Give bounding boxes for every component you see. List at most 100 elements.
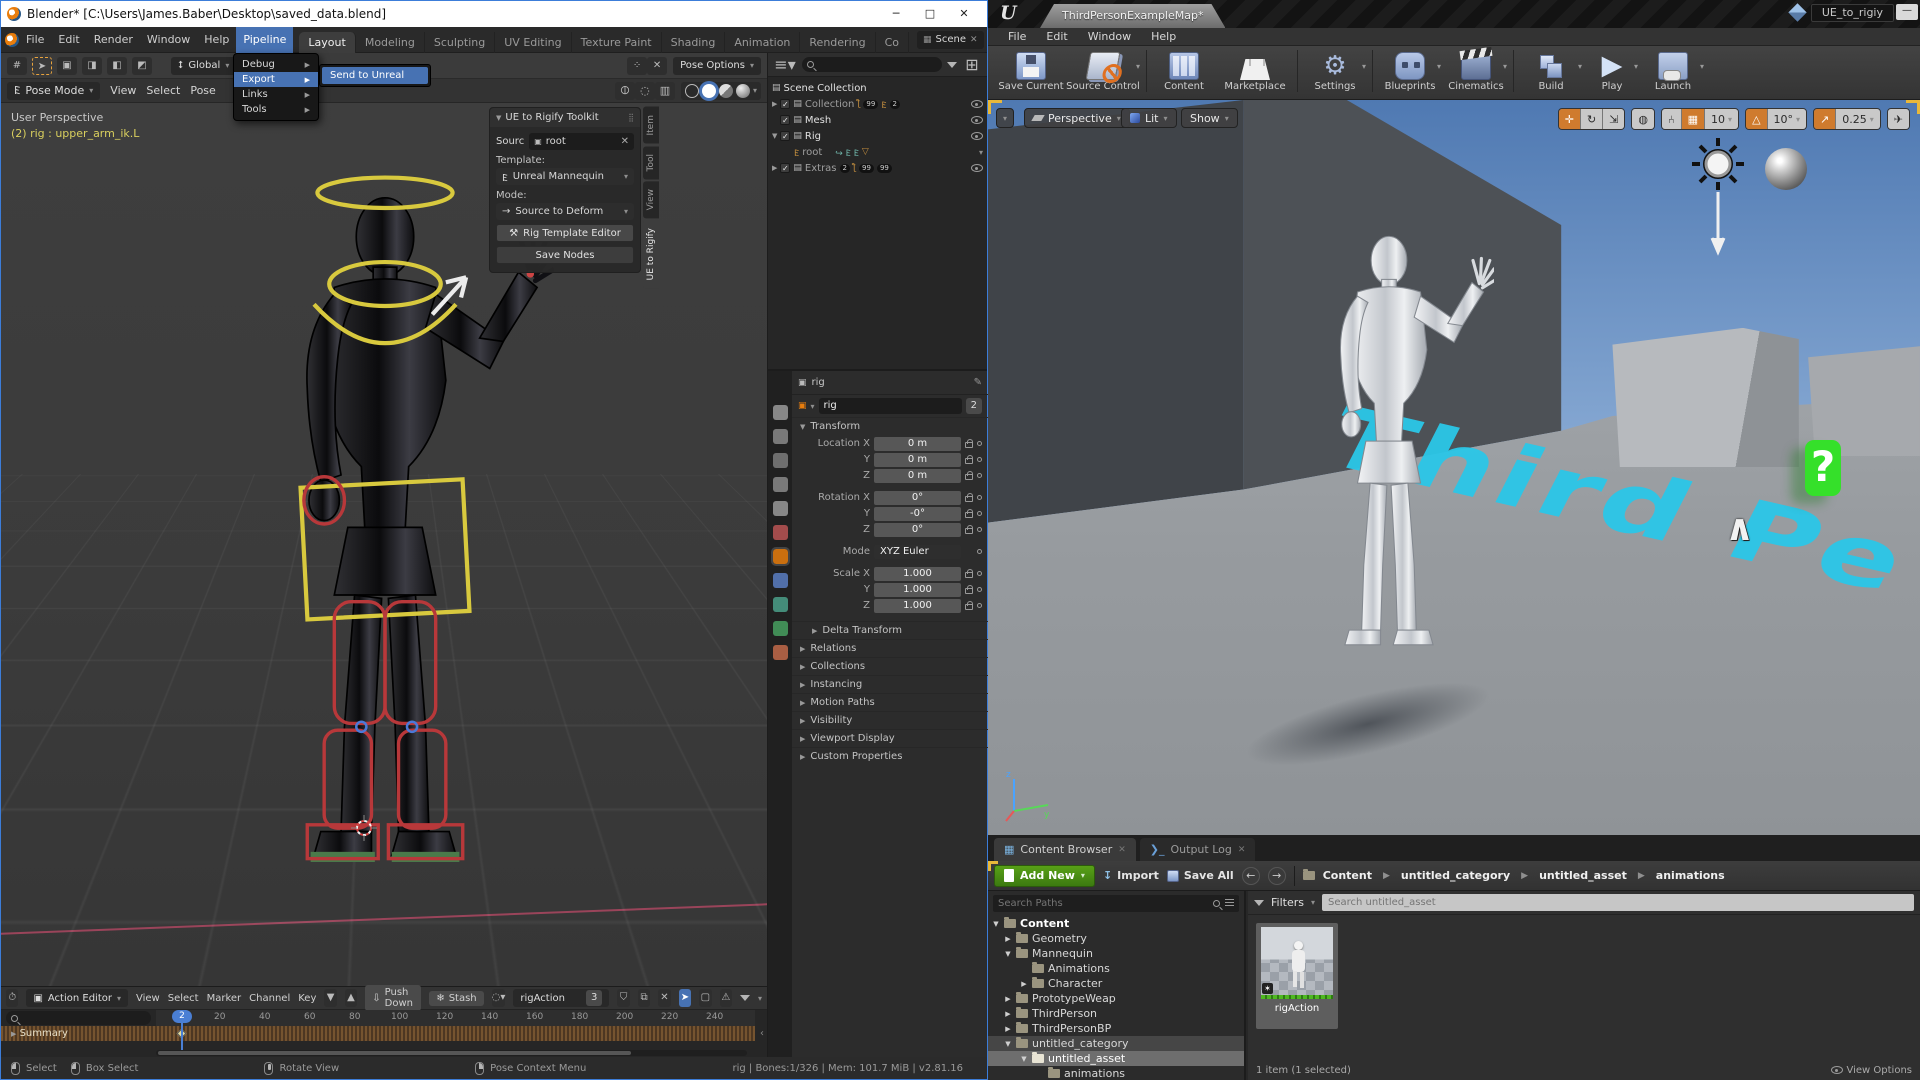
- maximize-button[interactable]: □: [913, 3, 947, 25]
- workspace-shading[interactable]: Shading: [662, 32, 726, 53]
- lock-icon[interactable]: [965, 458, 973, 464]
- workspace-uv-editing[interactable]: UV Editing: [495, 32, 571, 53]
- outliner-row-extras[interactable]: ▶ ✓ ▤ Extras 2 ƪ 99 99: [768, 160, 987, 176]
- close-tab-icon[interactable]: ✕: [1238, 845, 1246, 855]
- menu-item-links[interactable]: Links▶: [234, 87, 318, 102]
- scene-unlink-icon[interactable]: ✕: [970, 35, 978, 45]
- animate-dot-icon[interactable]: [977, 511, 982, 516]
- push-down-button[interactable]: ⇩ Push Down: [365, 985, 421, 1011]
- stash-button[interactable]: ❄ Stash: [429, 991, 483, 1006]
- animate-dot-icon[interactable]: [977, 457, 982, 462]
- tree-thirdperson[interactable]: ▶ThirdPerson: [988, 1006, 1244, 1021]
- search-paths-field[interactable]: [993, 895, 1239, 912]
- mode-dropdown-rigify[interactable]: → Source to Deform ▾: [496, 203, 634, 220]
- animate-dot-icon[interactable]: [977, 495, 982, 500]
- clear-source-icon[interactable]: ✕: [621, 136, 629, 147]
- settings-button[interactable]: ⚙ ▾ Settings: [1302, 50, 1368, 92]
- menu-file[interactable]: File: [998, 30, 1036, 43]
- animate-dot-icon[interactable]: [977, 527, 982, 532]
- lock-icon[interactable]: [965, 572, 973, 578]
- workspace-sculpting[interactable]: Sculpting: [425, 32, 495, 53]
- scale-x-field[interactable]: 1.000: [874, 567, 961, 581]
- checkbox[interactable]: ✓: [780, 115, 790, 125]
- only-selected-icon[interactable]: ➤: [679, 989, 691, 1007]
- show-button[interactable]: Show▾: [1181, 108, 1238, 128]
- menu-file[interactable]: File: [19, 27, 51, 53]
- player-start-marker[interactable]: ∧: [1725, 508, 1754, 549]
- summary-channel-label[interactable]: Summary: [20, 1028, 68, 1039]
- timeline-ruler[interactable]: 20 40 60 80 100 120 140 160 180 200 220 …: [156, 1010, 755, 1026]
- tab-output-log[interactable]: ❯_ Output Log ✕: [1140, 838, 1256, 861]
- timeline-scrollbar[interactable]: [156, 1050, 747, 1056]
- outliner-row-collection[interactable]: ▶ ✓ ▤ Collection ƪ 99 𐊤 2: [768, 96, 987, 112]
- region-collapse-arrow[interactable]: ‹: [760, 1028, 764, 1039]
- pin-icon[interactable]: ✎: [974, 377, 982, 388]
- save-nodes-button[interactable]: Save Nodes: [496, 246, 634, 264]
- menu-key[interactable]: Key: [298, 993, 316, 1004]
- menu-item-debug[interactable]: Debug▶: [234, 57, 318, 72]
- select-mode-new-icon[interactable]: ▣: [57, 57, 77, 75]
- outliner-row-root[interactable]: 𐊤 root ↪ 𐊤 𐊤 ▽ ▾: [768, 144, 987, 160]
- hide-eye-icon[interactable]: [971, 164, 983, 172]
- scale-snap-value[interactable]: 0.25▾: [1836, 109, 1880, 129]
- overlays-toggle-icon[interactable]: ◌: [635, 82, 655, 100]
- documentation-actor[interactable]: ?: [1805, 440, 1841, 496]
- outliner-search-field[interactable]: [802, 57, 942, 72]
- menu-select[interactable]: Select: [168, 993, 199, 1004]
- menu-render[interactable]: Render: [87, 27, 140, 53]
- scene-selector[interactable]: ▦ Scene ✕: [917, 31, 984, 49]
- add-new-button[interactable]: Add New ▾: [994, 865, 1095, 887]
- tree-thirdpersonbp[interactable]: ▶ThirdPersonBP: [988, 1021, 1244, 1036]
- mode-dropdown[interactable]: 𐊤 Pose Mode ▾: [7, 82, 100, 100]
- summary-channel-band[interactable]: [1, 1026, 755, 1041]
- breadcrumb-content[interactable]: Content: [1323, 869, 1372, 882]
- animate-dot-icon[interactable]: [977, 473, 982, 478]
- rotation-y-field[interactable]: -0°: [874, 507, 961, 521]
- shading-material-icon[interactable]: [719, 84, 733, 98]
- options-dots-icon[interactable]: ⁘: [627, 57, 647, 75]
- checkbox[interactable]: ✓: [780, 99, 790, 109]
- collapse-arrow-icon[interactable]: ▼: [496, 114, 501, 122]
- unlink-icon[interactable]: ✕: [658, 989, 670, 1007]
- tab-view-layer-icon[interactable]: [773, 477, 788, 492]
- import-button[interactable]: ↧ Import: [1103, 869, 1159, 882]
- minimize-button[interactable]: ─: [879, 3, 913, 25]
- tab-tool-icon[interactable]: [773, 405, 788, 420]
- asset-search-field[interactable]: [1322, 894, 1914, 911]
- asset-tile-rigaction[interactable]: ✶ rigAction: [1256, 923, 1338, 1029]
- blender-mannequin[interactable]: [216, 169, 554, 879]
- xray-toggle-icon[interactable]: ▥: [655, 82, 675, 100]
- workspace-texture-paint[interactable]: Texture Paint: [572, 32, 662, 53]
- tree-untitled-asset-selected[interactable]: ▼untitled_asset: [988, 1051, 1244, 1066]
- tab-world-icon[interactable]: [773, 525, 788, 540]
- current-frame-badge[interactable]: 2: [172, 1010, 192, 1023]
- menu-channel[interactable]: Channel: [249, 993, 290, 1004]
- unreal-3d-viewport[interactable]: Third Pe: [988, 100, 1920, 835]
- tree-prototypeweap[interactable]: ▶PrototypeWeap: [988, 991, 1244, 1006]
- select-mode-invert-icon[interactable]: ◩: [132, 57, 152, 75]
- section-collections[interactable]: ▶Collections: [792, 657, 988, 675]
- perspective-button[interactable]: Perspective▾: [1024, 108, 1130, 128]
- breadcrumb-animations[interactable]: animations: [1656, 869, 1725, 882]
- angle-snap-button[interactable]: △: [1746, 109, 1767, 129]
- shading-rendered-icon[interactable]: [736, 84, 750, 98]
- menu-view[interactable]: View: [136, 993, 160, 1004]
- blender-app-icon[interactable]: [5, 33, 19, 47]
- tree-animations-sub[interactable]: animations: [988, 1066, 1244, 1080]
- menu-edit[interactable]: Edit: [51, 27, 86, 53]
- menu-pipeline[interactable]: Pipeline: [236, 27, 293, 53]
- workspace-rendering[interactable]: Rendering: [800, 32, 875, 53]
- filter-icon[interactable]: [740, 995, 750, 1001]
- workspace-compositing-truncated[interactable]: Co: [876, 32, 909, 53]
- blender-3d-viewport[interactable]: User Perspective (2) rig : upper_arm_ik.…: [1, 103, 767, 986]
- tree-mannequin[interactable]: ▼Mannequin: [988, 946, 1244, 961]
- lock-icon[interactable]: [965, 604, 973, 610]
- scale-snap-button[interactable]: ↗: [1814, 109, 1836, 129]
- tab-render-icon[interactable]: [773, 429, 788, 444]
- tab-ue-to-rigify[interactable]: UE to Rigify: [643, 220, 659, 288]
- menu-item-export[interactable]: Export▶: [234, 72, 318, 87]
- rotation-x-field[interactable]: 0°: [874, 491, 961, 505]
- lock-icon[interactable]: [965, 512, 973, 518]
- animate-dot-icon[interactable]: [977, 571, 982, 576]
- action-name-field[interactable]: rigAction 3: [513, 989, 609, 1007]
